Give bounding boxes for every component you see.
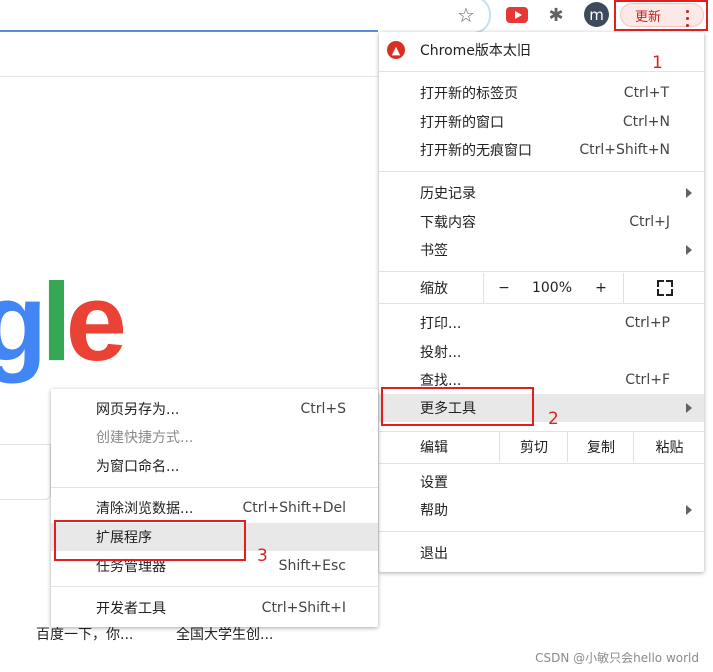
watermark: CSDN @小敏只会hello world <box>535 651 699 665</box>
submenu-arrow-icon <box>686 245 692 255</box>
zoom-label: 缩放 <box>420 281 448 297</box>
annotation-box-update <box>614 0 708 31</box>
new-tab-label: 打开新的标签页 <box>420 86 518 102</box>
fullscreen-button[interactable] <box>623 273 705 303</box>
zoom-minus-glyph: − <box>498 280 510 296</box>
menu-separator <box>379 303 704 304</box>
submenu-item-create-shortcut[interactable]: 创建快捷方式... <box>51 423 378 451</box>
create-shortcut-label: 创建快捷方式... <box>96 430 194 446</box>
clear-data-label: 清除浏览数据... <box>96 501 194 517</box>
menu-item-incognito[interactable]: 打开新的无痕窗口 Ctrl+Shift+N <box>379 136 704 164</box>
annotation-box-extensions <box>54 520 246 561</box>
menu-item-history[interactable]: 历史记录 <box>379 179 704 207</box>
zoom-plus-glyph: + <box>595 280 607 296</box>
new-window-label: 打开新的窗口 <box>420 115 504 131</box>
browser-toolbar: ☆ ✱ m 更新 <box>0 0 713 34</box>
submenu-item-dev-tools[interactable]: 开发者工具 Ctrl+Shift+I <box>51 594 378 622</box>
submenu-arrow-icon <box>686 403 692 413</box>
menu-separator <box>379 531 704 532</box>
menu-separator <box>379 271 704 272</box>
google-logo: gle <box>0 268 127 378</box>
incognito-label: 打开新的无痕窗口 <box>420 143 532 159</box>
tab-progress-line <box>0 30 378 32</box>
submenu-item-clear-data[interactable]: 清除浏览数据... Ctrl+Shift+Del <box>51 494 378 522</box>
find-shortcut: Ctrl+F <box>625 372 670 388</box>
save-page-shortcut: Ctrl+S <box>300 401 346 417</box>
shortcut-link-baidu[interactable]: 百度一下，你... <box>36 624 133 644</box>
new-window-shortcut: Ctrl+N <box>622 114 670 130</box>
cut-label: 剪切 <box>520 440 548 456</box>
more-tools-submenu: 网页另存为... Ctrl+S 创建快捷方式... 为窗口命名... 清除浏览数… <box>51 389 378 627</box>
exit-label: 退出 <box>420 546 448 562</box>
cast-label: 投射... <box>420 345 462 361</box>
print-label: 打印... <box>420 316 462 332</box>
downloads-shortcut: Ctrl+J <box>629 214 670 230</box>
print-shortcut: Ctrl+P <box>624 315 670 331</box>
youtube-extension-icon[interactable] <box>506 7 528 23</box>
paste-label: 粘贴 <box>655 440 684 456</box>
copy-button[interactable]: 复制 <box>567 432 634 462</box>
zoom-value: 100% <box>531 280 573 296</box>
menu-item-help[interactable]: 帮助 <box>379 496 704 524</box>
annotation-box-more-tools <box>381 387 534 426</box>
dev-tools-label: 开发者工具 <box>96 601 166 617</box>
submenu-separator <box>51 586 378 587</box>
incognito-shortcut: Ctrl+Shift+N <box>579 142 670 158</box>
submenu-separator <box>51 487 378 488</box>
new-tab-shortcut: Ctrl+T <box>623 85 669 101</box>
submenu-arrow-icon <box>686 188 692 198</box>
menu-item-new-tab[interactable]: 打开新的标签页 Ctrl+T <box>379 79 704 107</box>
cut-button[interactable]: 剪切 <box>499 432 568 462</box>
paste-button[interactable]: 粘贴 <box>633 432 705 462</box>
avatar-letter: m <box>589 5 604 24</box>
annotation-number-1: 1 <box>652 53 663 73</box>
menu-item-settings[interactable]: 设置 <box>379 468 704 496</box>
save-page-label: 网页另存为... <box>96 402 180 418</box>
annotation-number-3: 3 <box>257 546 268 566</box>
dev-tools-shortcut: Ctrl+Shift+I <box>261 600 346 616</box>
logo-letter-l: l <box>41 261 71 384</box>
fullscreen-icon <box>656 280 673 296</box>
menu-separator <box>379 171 704 172</box>
menu-separator <box>379 463 704 464</box>
copy-label: 复制 <box>587 440 615 456</box>
downloads-label: 下载内容 <box>420 215 476 231</box>
submenu-arrow-icon <box>686 505 692 515</box>
zoom-out-button[interactable]: − <box>483 273 524 303</box>
bookmark-star-icon[interactable]: ☆ <box>454 3 478 27</box>
submenu-item-save-page[interactable]: 网页另存为... Ctrl+S <box>51 395 378 423</box>
settings-label: 设置 <box>420 475 448 491</box>
menu-item-edit: 编辑 剪切 复制 粘贴 <box>379 432 704 462</box>
profile-avatar[interactable]: m <box>584 2 609 27</box>
help-label: 帮助 <box>420 503 448 519</box>
menu-item-print[interactable]: 打印... Ctrl+P <box>379 309 704 337</box>
edit-label: 编辑 <box>420 440 448 456</box>
update-arrow-icon: ▲ <box>387 41 405 59</box>
name-window-label: 为窗口命名... <box>96 459 180 475</box>
logo-letter-e: e <box>65 261 127 384</box>
submenu-item-name-window[interactable]: 为窗口命名... <box>51 452 378 480</box>
menu-item-update-label: Chrome版本太旧 <box>420 43 531 59</box>
extensions-puzzle-icon[interactable]: ✱ <box>544 3 568 27</box>
zoom-in-button[interactable]: + <box>581 273 621 303</box>
clear-data-shortcut: Ctrl+Shift+Del <box>242 500 346 516</box>
chrome-main-menu: ▲ Chrome版本太旧 打开新的标签页 Ctrl+T 打开新的窗口 Ctrl+… <box>379 32 704 572</box>
shortcut-link-contest[interactable]: 全国大学生创... <box>176 624 273 644</box>
menu-item-downloads[interactable]: 下载内容 Ctrl+J <box>379 208 704 236</box>
search-box-edge[interactable] <box>0 444 51 500</box>
zoom-level: 100% <box>523 273 581 303</box>
logo-letter-g: g <box>0 261 47 384</box>
menu-item-bookmarks[interactable]: 书签 <box>379 236 704 264</box>
task-manager-shortcut: Shift+Esc <box>278 558 346 574</box>
page-divider <box>0 76 378 77</box>
menu-item-exit[interactable]: 退出 <box>379 539 704 567</box>
menu-item-new-window[interactable]: 打开新的窗口 Ctrl+N <box>379 108 704 136</box>
bookmarks-label: 书签 <box>420 243 448 259</box>
menu-item-zoom: 缩放 − 100% + <box>379 273 704 303</box>
history-label: 历史记录 <box>420 186 476 202</box>
menu-item-cast[interactable]: 投射... <box>379 338 704 366</box>
annotation-number-2: 2 <box>548 409 559 429</box>
